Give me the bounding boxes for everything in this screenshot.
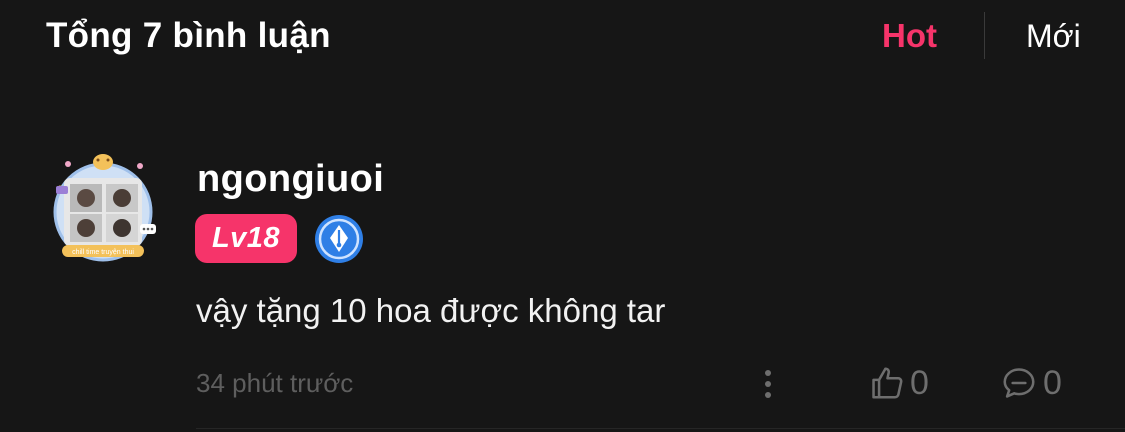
thumbs-up-icon	[872, 367, 903, 399]
tab-hot[interactable]: Hot	[882, 14, 937, 58]
reply-button[interactable]: 0	[999, 362, 1062, 404]
avatar-frame-text: chill time truyện thui	[72, 249, 134, 256]
tab-divider	[984, 12, 985, 59]
fountain-pen-badge-icon	[315, 215, 363, 263]
comment-text: vậy tặng 10 hoa được không tar	[196, 292, 666, 329]
level-badge: Lv18	[195, 214, 297, 263]
comment-divider	[196, 428, 1125, 429]
comment-timestamp: 34 phút trước	[196, 368, 354, 398]
reply-count: 0	[1043, 364, 1062, 402]
tab-new[interactable]: Mới	[1026, 14, 1081, 58]
user-avatar-icon[interactable]: chill time truyện thui	[48, 152, 158, 262]
level-label: Lv18	[211, 222, 281, 254]
comment-bubble-icon	[1003, 368, 1035, 398]
more-options-icon[interactable]	[754, 364, 782, 404]
like-count: 0	[910, 364, 929, 402]
username[interactable]: ngongiuoi	[197, 155, 384, 203]
like-button[interactable]: 0	[868, 362, 929, 404]
comment-count-title: Tổng 7 bình luận	[46, 16, 331, 55]
